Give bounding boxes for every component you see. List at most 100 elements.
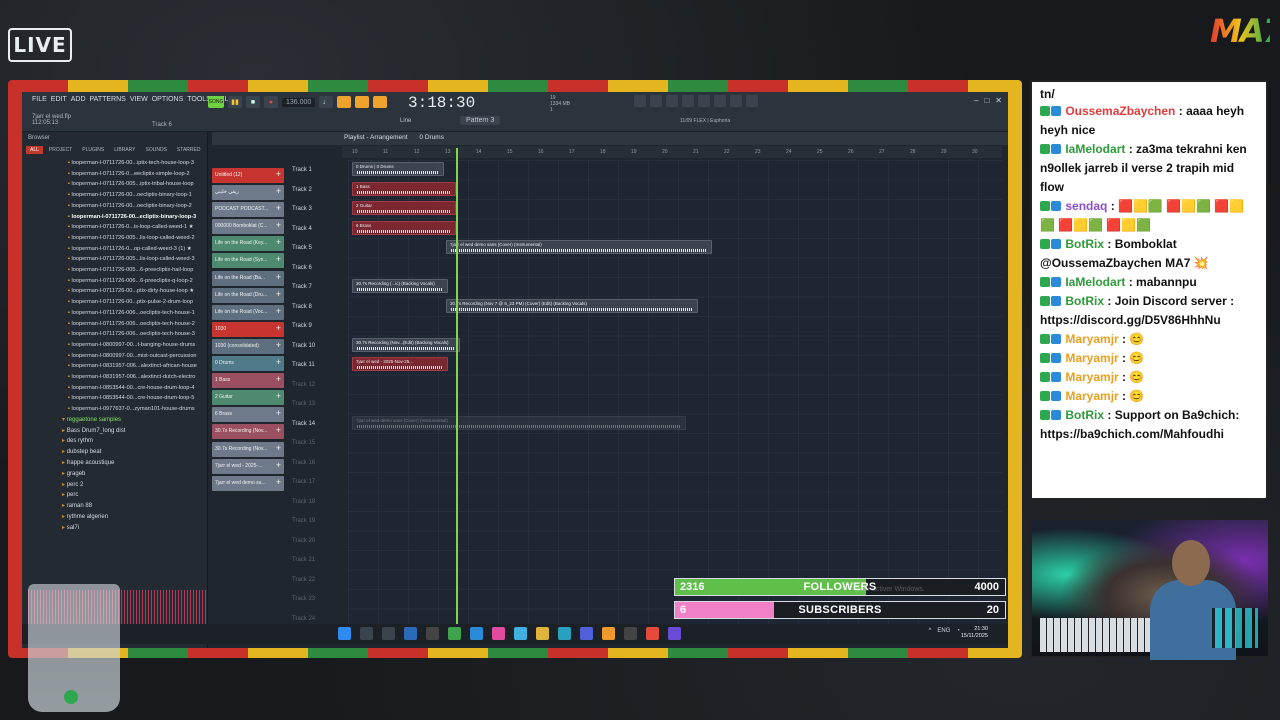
track-header[interactable]: Track 22 (292, 572, 342, 592)
windows-start-icon[interactable] (338, 627, 351, 640)
browser-file-item[interactable]: looperman-l-0853544-00...cre-house-drum-… (68, 383, 208, 394)
store-icon[interactable] (514, 627, 527, 640)
browser-file-item[interactable]: looperman-l-0711726-006...oecliptix-tech… (68, 308, 208, 319)
media-icon[interactable] (668, 627, 681, 640)
chat-username[interactable]: BotRix (1065, 237, 1104, 251)
track-header[interactable]: Track 21 (292, 552, 342, 572)
browser-tab-library[interactable]: LIBRARY (110, 146, 139, 154)
chat-username[interactable]: Maryamjr (1065, 389, 1118, 403)
browser-folder-item[interactable]: perc (62, 490, 207, 501)
mic-icon[interactable] (666, 95, 678, 107)
widgets-icon[interactable] (404, 627, 417, 640)
track-header[interactable]: Track 14 (292, 416, 342, 436)
track-header[interactable]: Track 16 (292, 455, 342, 475)
menu-item-add[interactable]: ADD (71, 96, 86, 103)
track-header[interactable]: Track 6 (292, 260, 342, 280)
chevron-up-icon[interactable]: ^ (929, 628, 932, 634)
playlist-clip[interactable]: 6 Brass (352, 220, 456, 235)
browser-folder-item[interactable]: reggaetone samples (62, 415, 207, 426)
playlist-clip[interactable]: 1 Bass (352, 181, 456, 196)
channel-button[interactable]: 1030 (212, 321, 284, 337)
track-header[interactable]: Track 12 (292, 377, 342, 397)
channel-button[interactable]: 30.7s Recording (Nov... (212, 441, 284, 457)
minimize-icon[interactable]: – (974, 96, 978, 105)
playlist-pattern[interactable]: 0 Drums (419, 134, 444, 141)
browser-folder-item[interactable]: Bass Drum7_long dist (62, 426, 207, 437)
browser-file-item[interactable]: looperman-l-0711726-0...eecliptix-simple… (68, 169, 208, 180)
browser-tab-plugins[interactable]: PLUGINS (78, 146, 108, 154)
browser-folder-item[interactable]: frappe acoustique (62, 458, 207, 469)
song-mode-toggle[interactable]: SONG (208, 96, 224, 108)
pattern-selector[interactable]: Pattern 3 (460, 116, 501, 125)
close-icon[interactable]: ✕ (995, 96, 1002, 105)
browser-icon[interactable] (470, 627, 483, 640)
channel-button[interactable]: 000000 Bomboklat (C... (212, 219, 284, 235)
track-header[interactable]: Track 5 (292, 240, 342, 260)
track-header[interactable]: Track 4 (292, 221, 342, 241)
browser-file-item[interactable]: looperman-l-0711726-005...lis-loop-calle… (68, 233, 208, 244)
chat-username[interactable]: BotRix (1065, 294, 1104, 308)
playhead[interactable] (456, 148, 458, 624)
playlist-clip[interactable]: 2 Guitar (352, 201, 456, 215)
browser-file-item[interactable]: looperman-l-0711726-00...iptix-tech-hous… (68, 158, 208, 169)
playlist-clip[interactable]: 30.7s Recording (...ic) (Backing Vocals) (352, 279, 448, 293)
browser-file-item[interactable]: looperman-l-0711726-00...oecliptix-binar… (68, 201, 208, 212)
playlist-clip[interactable]: 30.7s Recording (Nov...(Edit) (Backing V… (352, 337, 460, 352)
browser-file-item[interactable]: looperman-l-0711726-00...ptix-pulse-2-dr… (68, 297, 208, 308)
browser-file-item[interactable]: looperman-l-0711726-0...is-loop-called-w… (68, 222, 208, 233)
step-edit-button[interactable] (337, 96, 352, 108)
browser-folder-item[interactable]: rythme algerien (62, 512, 207, 523)
chat-username[interactable]: BotRix (1065, 408, 1104, 422)
track-header[interactable]: Track 18 (292, 494, 342, 514)
browser-tab-project[interactable]: PROJECT (45, 146, 76, 154)
loop-record-button[interactable] (373, 96, 388, 108)
browser-file-item[interactable]: looperman-l-0711726-006...oecliptix-tech… (68, 329, 208, 340)
timeline-ruler[interactable]: 10 11 12 13 14 15 16 17 18 19 20 21 22 23 24 25 26 27 28 29… (342, 146, 1002, 158)
search-icon[interactable] (360, 627, 373, 640)
browser-file-item[interactable]: looperman-l-0711726-005...iptix-tribal-h… (68, 179, 208, 190)
browser-file-item[interactable]: looperman-l-0800997-00...mist-outcast-pe… (68, 351, 208, 362)
browser-file-item[interactable]: looperman-l-0711726-006...6-preecliptix-… (68, 276, 208, 287)
browser-tab-all[interactable]: ALL (26, 146, 43, 154)
scissors-icon[interactable] (650, 95, 662, 107)
help-icon[interactable] (682, 95, 694, 107)
game-icon[interactable] (448, 627, 461, 640)
channel-button[interactable]: 0 Drums (212, 356, 284, 372)
channel-button[interactable]: Untitled (12) (212, 168, 284, 183)
system-clock[interactable]: 21:30 15/11/2025 (961, 626, 988, 640)
track-header[interactable]: Track 7 (292, 279, 342, 299)
chat-username[interactable]: Maryamjr (1065, 351, 1118, 365)
channel-button[interactable]: Life on the Road (Syn... (212, 253, 284, 269)
track-header[interactable]: Track 11 (292, 357, 342, 377)
browser-folder-item[interactable]: raman 88 (62, 501, 207, 512)
chat-username[interactable]: OussemaZbaychen (1065, 104, 1175, 118)
channel-button[interactable]: 1 Bass (212, 373, 284, 389)
browser-folder-item[interactable]: des rythm (62, 436, 207, 447)
photos-icon[interactable] (492, 627, 505, 640)
channel-button[interactable]: Life on the Road (Ba... (212, 270, 284, 286)
browser-file-item[interactable]: looperman-l-0711726-005...lis-loop-calle… (68, 254, 208, 265)
vscode-icon[interactable] (558, 627, 571, 640)
chat-username[interactable]: Maryamjr (1065, 370, 1118, 384)
channel-button[interactable]: 2 Guitar (212, 390, 284, 406)
track-header[interactable]: Track 3 (292, 201, 342, 221)
playlist-grid[interactable]: 0 Drums | 0 Drums 1 Bass 2 Guitar 6 Brass 7j… (348, 160, 1002, 624)
playlist-clip[interactable]: 0 Drums | 0 Drums (352, 162, 444, 176)
folder-icon[interactable] (536, 627, 549, 640)
chat-icon[interactable] (730, 95, 742, 107)
browser-file-item[interactable]: looperman-l-0711726-00...ptix-dirty-hous… (68, 286, 208, 297)
track-header[interactable]: Track 19 (292, 513, 342, 533)
tempo-display[interactable]: 136.000 (282, 97, 316, 107)
browser-folder-item[interactable]: grageb (62, 469, 207, 480)
browser-file-item[interactable]: looperman-l-0977637-0...zyman101-house-d… (68, 404, 208, 415)
chat-username[interactable]: IaMelodart (1065, 142, 1125, 156)
chat-username[interactable]: sendaq (1065, 199, 1107, 213)
menu-item-patterns[interactable]: PATTERNS (90, 96, 126, 103)
track-header[interactable]: Track 8 (292, 299, 342, 319)
browser-file-item[interactable]: looperman-l-0711726-006...oecliptix-tech… (68, 319, 208, 330)
menu-item-options[interactable]: OPTIONS (152, 96, 184, 103)
wifi-icon[interactable]: ◔ (956, 628, 960, 634)
track-header[interactable]: Track 2 (292, 182, 342, 202)
browser-file-item[interactable]: looperman-l-0711726-0...op-called-weed-3… (68, 244, 208, 255)
menu-item-view[interactable]: VIEW (130, 96, 148, 103)
